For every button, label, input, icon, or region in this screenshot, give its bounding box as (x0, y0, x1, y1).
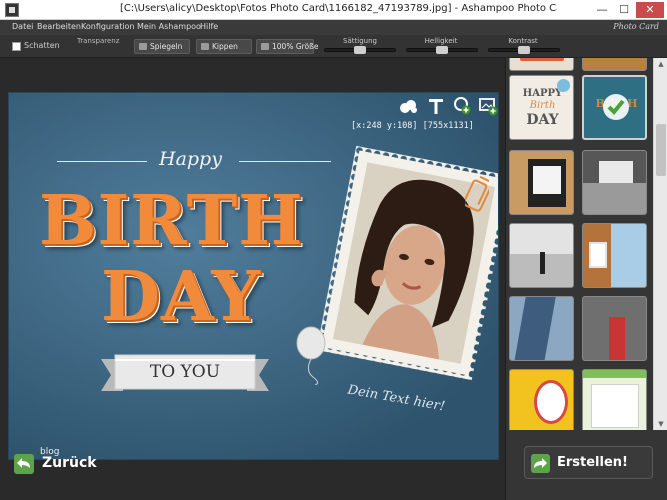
saturation-label: Sättigung (343, 37, 377, 45)
template-thumb[interactable] (509, 223, 574, 288)
template-thumb[interactable] (582, 369, 647, 430)
menu-datei[interactable]: Datei (12, 22, 33, 31)
selected-check-icon (603, 94, 629, 120)
minimize-button[interactable]: — (592, 2, 612, 18)
shadow-label: Schatten (24, 41, 60, 50)
saturation-slider-thumb[interactable] (354, 46, 366, 54)
text-tool-icon[interactable] (426, 96, 446, 116)
ribbon-banner[interactable]: TO YOU (101, 351, 269, 395)
template-thumb[interactable] (582, 58, 647, 71)
brightness-label: Helligkeit (424, 37, 458, 45)
app-icon (5, 3, 19, 17)
menu-mein-ashampoo[interactable]: Mein Ashampoo (137, 22, 201, 31)
sticker-add-icon[interactable] (452, 96, 472, 116)
template-thumb[interactable] (509, 296, 574, 361)
flip-icon (201, 43, 209, 50)
title-bar: [C:\Users\alicy\Desktop\Fotos Photo Card… (0, 0, 667, 20)
toolbar: Schatten Transparenz Spiegeln Kippen 100… (0, 35, 667, 58)
template-thumb[interactable] (509, 369, 574, 430)
card-canvas[interactable]: Happy BIRTH DAY TO YOU Dein Text hier! (8, 92, 499, 460)
thumb-birth-text: Birth (529, 100, 556, 111)
contrast-label: Kontrast (508, 37, 538, 45)
image-add-icon[interactable] (478, 96, 498, 116)
template-thumb[interactable] (582, 223, 647, 288)
back-label: Zurück (42, 455, 97, 471)
transparency-label: Transparenz (77, 37, 120, 45)
clipart-icon[interactable] (398, 96, 418, 116)
menu-hilfe[interactable]: Hilfe (200, 22, 218, 31)
create-label: Erstellen! (557, 455, 628, 470)
template-thumb-happy-birthday[interactable]: HAPPY Birth DAY (509, 75, 574, 140)
original-size-button[interactable]: 100% Größe (256, 39, 318, 54)
blog-tag: blog (40, 447, 60, 457)
thumb-badge-icon (557, 79, 570, 92)
paperclip-icon (465, 175, 489, 212)
shadow-checkbox[interactable] (12, 42, 21, 51)
contrast-slider-thumb[interactable] (518, 46, 530, 54)
ribbon-text: TO YOU (149, 362, 221, 382)
mirror-label: Spiegeln (150, 42, 183, 51)
create-button[interactable]: Erstellen! (524, 446, 653, 479)
template-thumb[interactable] (582, 150, 647, 215)
template-thumb[interactable] (509, 150, 574, 215)
template-scrollbar[interactable]: ▲ ▼ (653, 58, 667, 430)
brand-logo: Photo Card (613, 22, 659, 31)
mirror-icon (139, 43, 147, 50)
balloon-icon (296, 326, 326, 385)
flip-label: Kippen (212, 42, 238, 51)
card-happy-text[interactable]: Happy (159, 148, 222, 170)
thumb-day-text: DAY (526, 112, 559, 128)
menu-bar: Datei Bearbeiten Konfiguration Mein Asha… (0, 20, 667, 35)
card-birth-text[interactable]: BIRTH (39, 187, 303, 255)
brightness-slider-thumb[interactable] (436, 46, 448, 54)
menu-konfiguration[interactable]: Konfiguration (81, 22, 135, 31)
scroll-up-arrow[interactable]: ▲ (654, 58, 667, 70)
divider-right (239, 161, 331, 162)
card-day-text[interactable]: DAY (101, 263, 261, 331)
back-button[interactable]: Zurück (12, 452, 122, 476)
template-thumb[interactable] (509, 58, 574, 71)
size-icon (261, 43, 269, 50)
contrast-slider[interactable] (488, 46, 560, 54)
mirror-button[interactable]: Spiegeln (134, 39, 190, 54)
template-sidebar: HAPPY Birth DAY BIRTH (505, 58, 667, 500)
saturation-slider[interactable] (324, 46, 396, 54)
maximize-button[interactable]: ☐ (614, 2, 634, 18)
scroll-thumb[interactable] (656, 124, 666, 176)
template-grid: HAPPY Birth DAY BIRTH (506, 58, 652, 430)
card-caption[interactable]: Dein Text hier! (346, 383, 446, 415)
template-thumb[interactable] (582, 296, 647, 361)
back-arrow-icon (14, 454, 34, 474)
create-arrow-icon (531, 454, 550, 473)
close-button[interactable]: ✕ (636, 2, 664, 18)
size-label: 100% Größe (272, 42, 319, 51)
coordinate-readout: [x:248 y:108] [755x1131] (351, 121, 474, 131)
template-thumb-selected[interactable]: BIRTH (582, 75, 647, 140)
divider-left (57, 161, 147, 162)
flip-button[interactable]: Kippen (196, 39, 252, 54)
menu-bearbeiten[interactable]: Bearbeiten (37, 22, 81, 31)
scroll-down-arrow[interactable]: ▼ (654, 418, 667, 430)
brightness-slider[interactable] (406, 46, 478, 54)
window-title: [C:\Users\alicy\Desktop\Fotos Photo Card… (120, 3, 557, 14)
card-tools (398, 96, 500, 118)
